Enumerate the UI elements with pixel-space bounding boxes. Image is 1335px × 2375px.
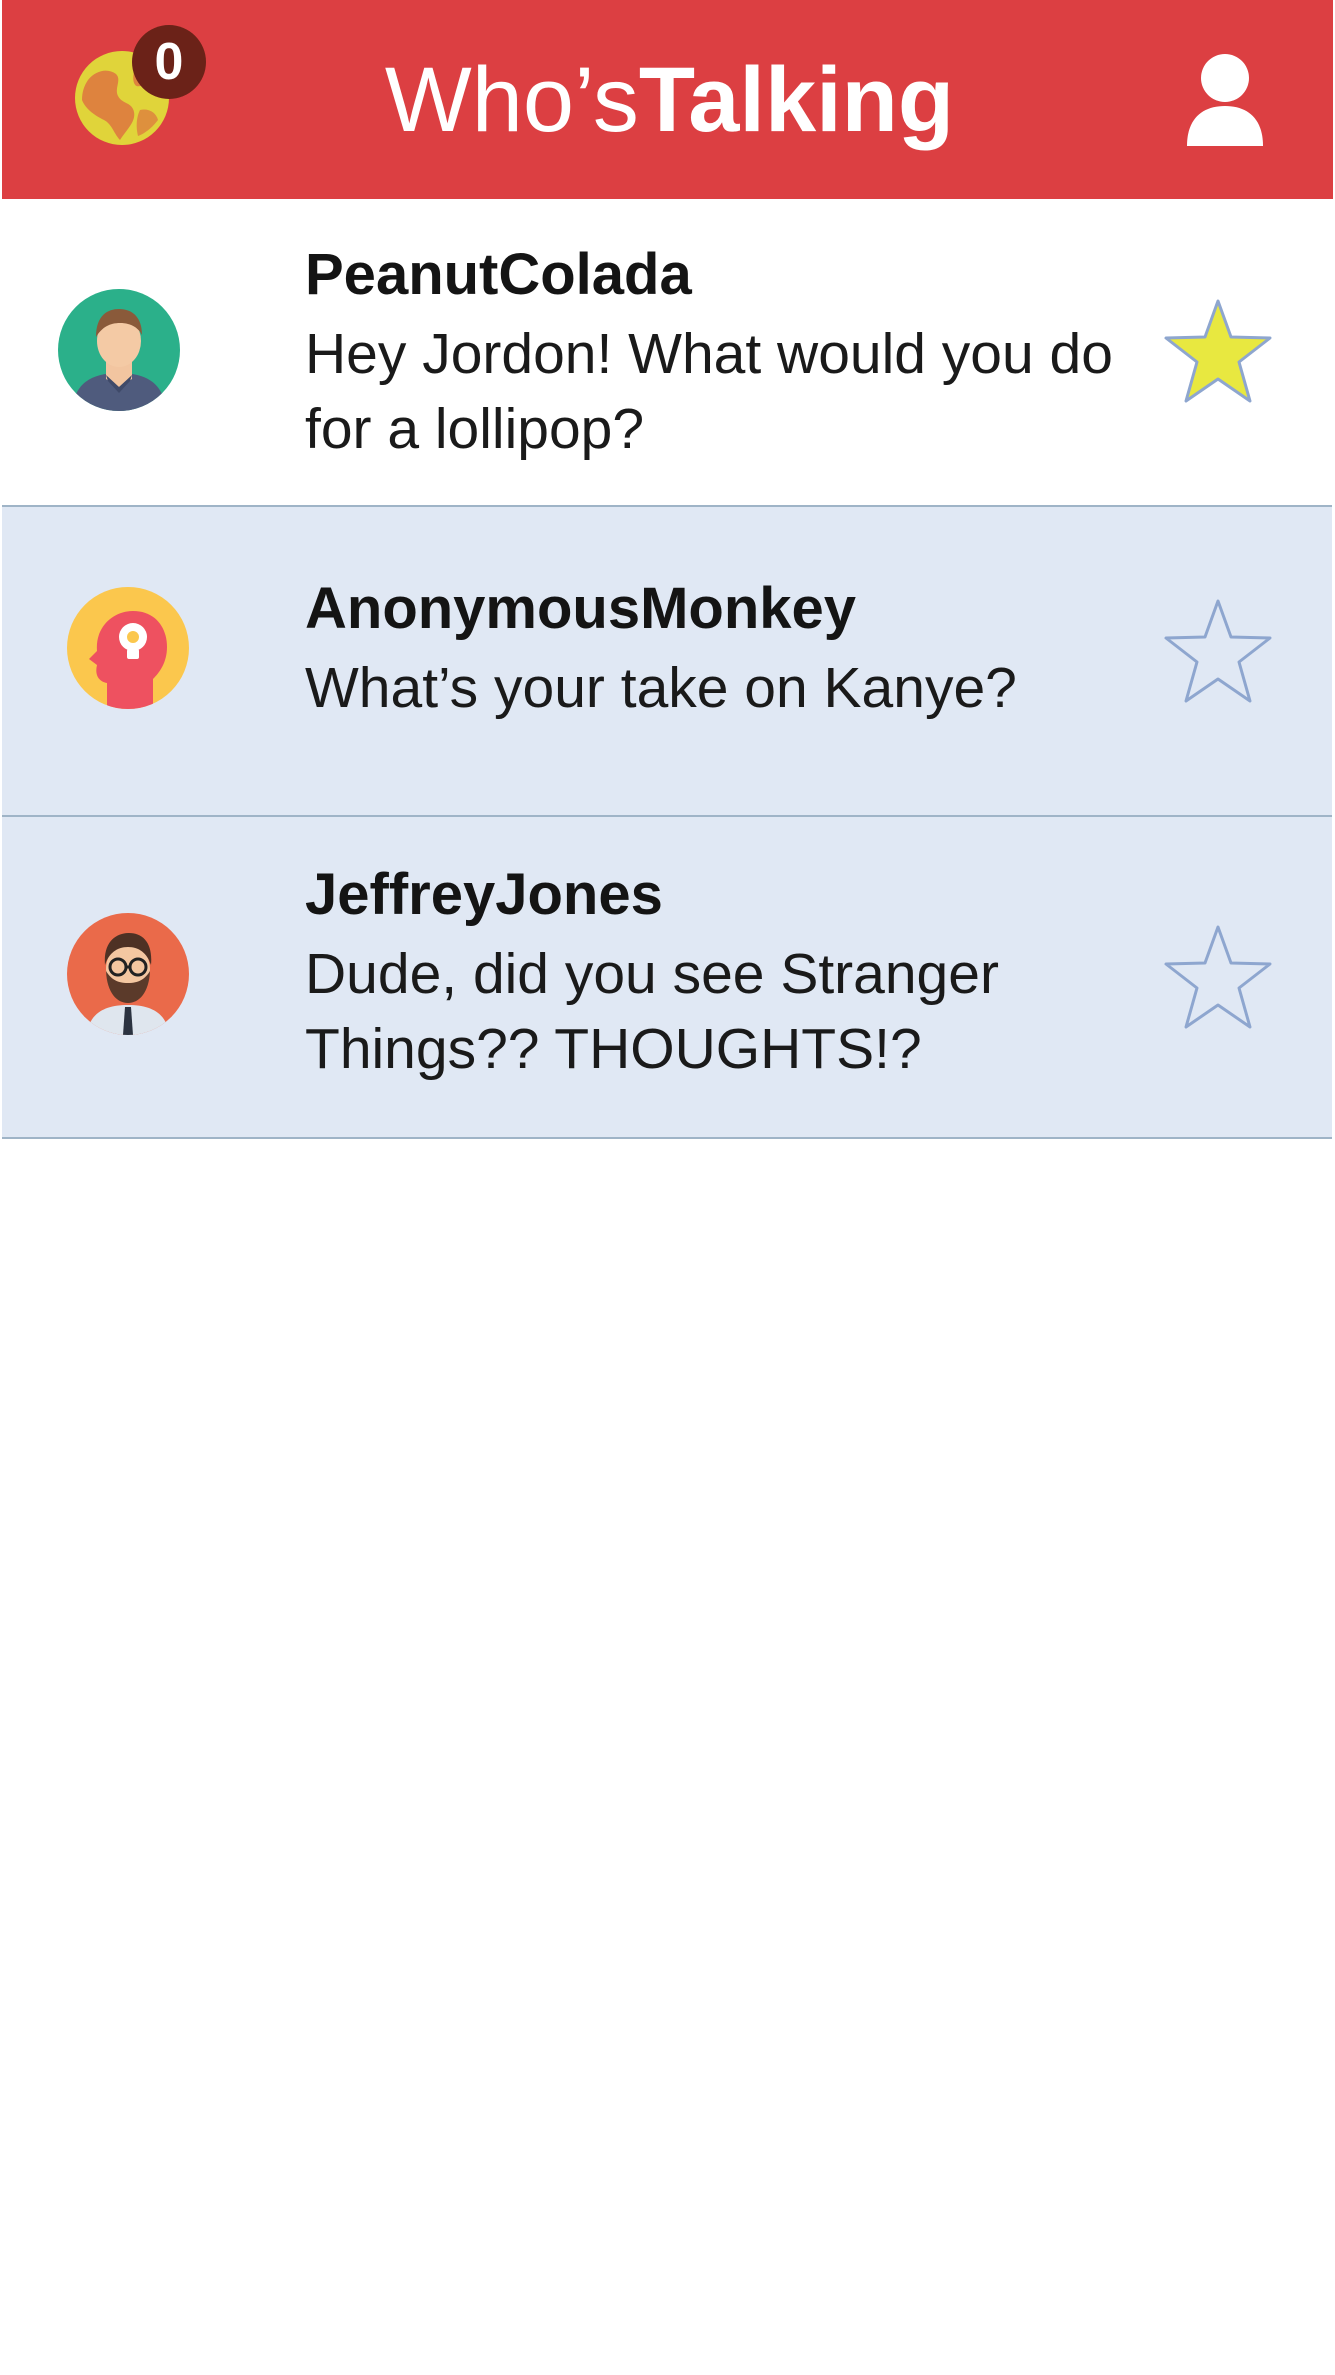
star-button[interactable]	[1162, 297, 1274, 405]
app-header: 0 Who’sTalking	[2, 0, 1333, 199]
message-block: JeffreyJones Dude, did you see Stranger …	[305, 861, 1125, 1087]
star-filled-icon	[1164, 299, 1272, 403]
man-teal-avatar-icon	[58, 289, 180, 411]
star-outline-icon	[1164, 599, 1272, 703]
avatar	[67, 913, 189, 1035]
app-title: Who’sTalking	[2, 40, 1335, 160]
sender-name: AnonymousMonkey	[305, 576, 857, 641]
sender-name: JeffreyJones	[305, 862, 663, 927]
message-block: AnonymousMonkey What’s your take on Kany…	[305, 575, 1125, 726]
sender-name: PeanutColada	[305, 242, 692, 307]
conversation-row[interactable]: JeffreyJones Dude, did you see Stranger …	[2, 817, 1332, 1139]
message-preview: What’s your take on Kanye?	[305, 656, 1017, 720]
star-button[interactable]	[1162, 597, 1274, 705]
app-title-light: Who’s	[384, 49, 639, 151]
avatar	[58, 289, 180, 411]
lightbulb-head-avatar-icon	[67, 587, 189, 709]
conversation-row[interactable]: AnonymousMonkey What’s your take on Kany…	[2, 507, 1332, 817]
profile-button[interactable]	[1185, 52, 1265, 146]
star-button[interactable]	[1162, 923, 1274, 1031]
bearded-man-avatar-icon	[67, 913, 189, 1035]
conversation-row[interactable]: PeanutColada Hey Jordon! What would you …	[2, 199, 1332, 507]
message-preview: Hey Jordon! What would you do for a loll…	[305, 322, 1113, 461]
conversation-list: PeanutColada Hey Jordon! What would you …	[2, 199, 1332, 1139]
star-outline-icon	[1164, 925, 1272, 1029]
app-title-bold: Talking	[638, 49, 955, 151]
user-profile-icon	[1187, 54, 1263, 146]
avatar	[67, 587, 189, 709]
message-preview: Dude, did you see Stranger Things?? THOU…	[305, 942, 999, 1081]
message-block: PeanutColada Hey Jordon! What would you …	[305, 241, 1125, 467]
